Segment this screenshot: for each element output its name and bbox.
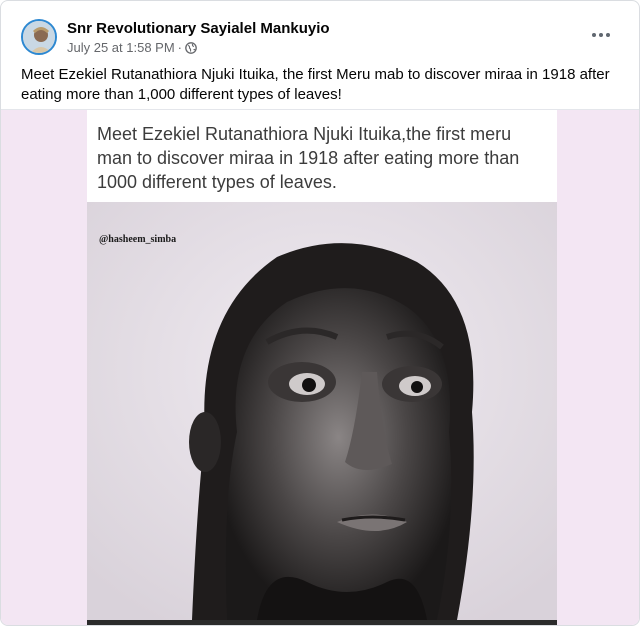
post-header: Snr Revolutionary Sayialel Mankuyio July…: [21, 17, 623, 61]
author-avatar[interactable]: [21, 19, 57, 55]
facebook-post: Snr Revolutionary Sayialel Mankuyio July…: [0, 0, 640, 626]
image-caption: Meet Ezekiel Rutanathiora Njuki Ituika,t…: [97, 124, 520, 192]
dot: [592, 33, 596, 37]
dot: [599, 33, 603, 37]
dot: [606, 33, 610, 37]
more-options-icon[interactable]: [587, 23, 615, 47]
image-bottom-bar: [87, 620, 557, 625]
post-meta: July 25 at 1:58 PM ·: [67, 40, 197, 55]
globe-icon[interactable]: [185, 41, 197, 54]
post-media: Meet Ezekiel Rutanathiora Njuki Ituika,t…: [1, 109, 639, 625]
portrait-illustration: [87, 202, 557, 620]
portrait-photo: @hasheem_simba: [87, 202, 557, 620]
post-timestamp[interactable]: July 25 at 1:58 PM: [67, 40, 175, 55]
post-text: Meet Ezekiel Rutanathiora Njuki Ituika, …: [21, 66, 610, 103]
shared-image[interactable]: Meet Ezekiel Rutanathiora Njuki Ituika,t…: [87, 110, 557, 625]
avatar-image: [23, 21, 55, 53]
author-name[interactable]: Snr Revolutionary Sayialel Mankuyio: [67, 20, 330, 37]
watermark-handle: @hasheem_simba: [99, 234, 177, 245]
meta-separator: ·: [177, 40, 183, 55]
